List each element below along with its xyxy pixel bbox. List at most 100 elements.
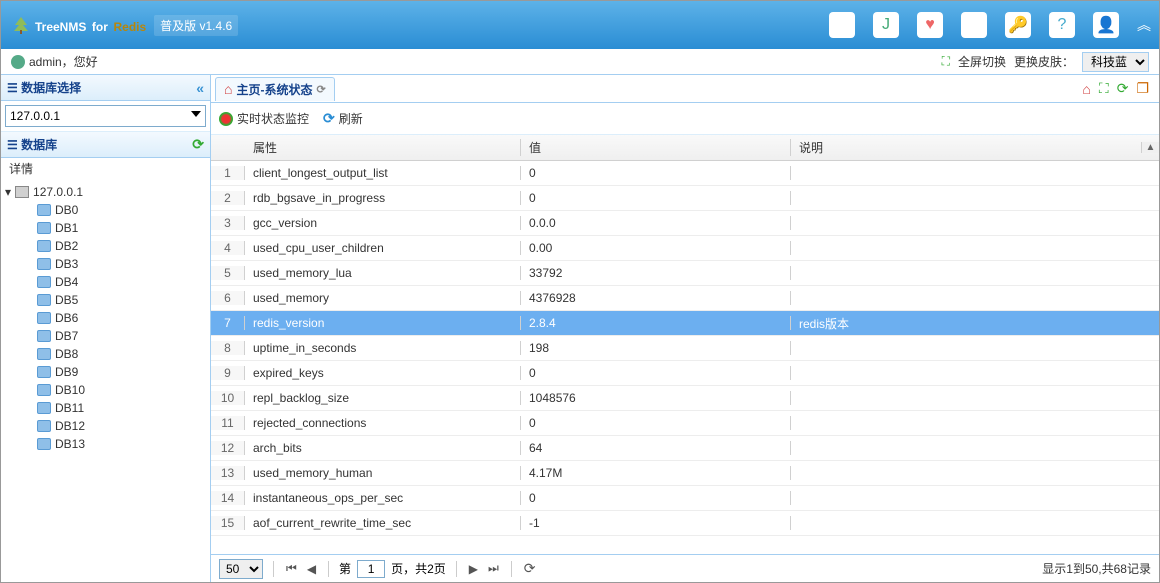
- table-row[interactable]: 8uptime_in_seconds198: [211, 336, 1159, 361]
- last-page-button[interactable]: ⏭: [486, 561, 501, 576]
- table-row[interactable]: 13used_memory_human4.17M: [211, 461, 1159, 486]
- first-page-button[interactable]: ⏮: [284, 561, 299, 576]
- tree-db-item[interactable]: DB5: [1, 291, 210, 309]
- subheader: admin，您好 ⛶ 全屏切换 更换皮肤： 科技蓝: [1, 49, 1159, 75]
- refresh-button[interactable]: ⟳ 刷新: [323, 110, 363, 127]
- table-row[interactable]: 6used_memory4376928: [211, 286, 1159, 311]
- db-select-label: 数据库选择: [21, 81, 81, 95]
- collapse-header-icon[interactable]: ︽: [1137, 15, 1151, 35]
- tree-collapse-icon[interactable]: ▾: [5, 185, 11, 199]
- app-header: TreeNMS for Redis 普及版 v1.4.6 🗄 J ♥ 🛠 🔑 ?…: [1, 1, 1159, 49]
- grid-body[interactable]: 1client_longest_output_list02rdb_bgsave_…: [211, 161, 1159, 554]
- db-icon: [37, 330, 51, 342]
- table-row[interactable]: 9expired_keys0: [211, 361, 1159, 386]
- skin-select[interactable]: 科技蓝: [1082, 52, 1149, 72]
- row-attr: used_memory_lua: [245, 266, 521, 280]
- tree-db-item[interactable]: DB13: [1, 435, 210, 453]
- row-attr: used_memory: [245, 291, 521, 305]
- db-select-header: ☰ 数据库选择 «: [1, 75, 210, 101]
- tree-db-item[interactable]: DB3: [1, 255, 210, 273]
- row-attr: client_longest_output_list: [245, 166, 521, 180]
- table-row[interactable]: 1client_longest_output_list0: [211, 161, 1159, 186]
- page-size-select[interactable]: 50: [219, 559, 263, 579]
- row-num: 5: [211, 266, 245, 280]
- monitor-icon: [219, 112, 233, 126]
- db-icon[interactable]: 🗄: [829, 12, 855, 38]
- db-icon: [37, 222, 51, 234]
- row-num: 1: [211, 166, 245, 180]
- db-icon: [37, 258, 51, 270]
- brand-a: TreeNMS: [35, 20, 86, 34]
- tree-db-item[interactable]: DB12: [1, 417, 210, 435]
- table-row[interactable]: 4used_cpu_user_children0.00: [211, 236, 1159, 261]
- row-val: 0: [521, 166, 791, 180]
- db-panel-icon: ☰: [7, 138, 21, 152]
- col-attr-header[interactable]: 属性: [245, 139, 521, 156]
- tree-db-item[interactable]: DB10: [1, 381, 210, 399]
- pager: 50 ⏮ ◀ 第 页，共2页 ▶ ⏭ ⟳ 显示1到50,共68记录: [211, 554, 1159, 582]
- row-attr: expired_keys: [245, 366, 521, 380]
- table-row[interactable]: 5used_memory_lua33792: [211, 261, 1159, 286]
- tab-home-button[interactable]: ⌂: [1082, 81, 1090, 97]
- tabbar: ⌂ 主页-系统状态 ⟳ ⌂ ⛶ ⟳ ❐: [211, 75, 1159, 103]
- row-val: 2.8.4: [521, 316, 791, 330]
- tree-db-item[interactable]: DB0: [1, 201, 210, 219]
- table-row[interactable]: 11rejected_connections0: [211, 411, 1159, 436]
- db-label: DB1: [55, 221, 78, 235]
- col-val-header[interactable]: 值: [521, 139, 791, 156]
- tree-db-item[interactable]: DB4: [1, 273, 210, 291]
- heart-icon[interactable]: ♥: [917, 12, 943, 38]
- table-row[interactable]: 15aof_current_rewrite_time_sec-1: [211, 511, 1159, 536]
- table-row[interactable]: 3gcc_version0.0.0: [211, 211, 1159, 236]
- monitor-button[interactable]: 实时状态监控: [219, 110, 309, 127]
- table-row[interactable]: 12arch_bits64: [211, 436, 1159, 461]
- row-attr: redis_version: [245, 316, 521, 330]
- row-val: 0: [521, 491, 791, 505]
- host-input[interactable]: [5, 105, 206, 127]
- user-icon[interactable]: 👤: [1093, 12, 1119, 38]
- refresh-db-icon[interactable]: ⟳: [192, 136, 204, 153]
- db-label: DB2: [55, 239, 78, 253]
- db-icon: [37, 240, 51, 252]
- page-input[interactable]: [357, 560, 385, 578]
- help-icon[interactable]: ?: [1049, 12, 1075, 38]
- j-icon[interactable]: J: [873, 12, 899, 38]
- tools-icon[interactable]: 🛠: [961, 12, 987, 38]
- row-attr: rdb_bgsave_in_progress: [245, 191, 521, 205]
- tab-refresh-icon[interactable]: ⟳: [316, 83, 325, 96]
- db-icon: [37, 312, 51, 324]
- db-label: DB7: [55, 329, 78, 343]
- key-icon[interactable]: 🔑: [1005, 12, 1031, 38]
- fullscreen-icon[interactable]: ⛶: [942, 54, 950, 69]
- pager-summary: 显示1到50,共68记录: [1042, 560, 1151, 577]
- tree-db-item[interactable]: DB9: [1, 363, 210, 381]
- tree-root[interactable]: ▾ 127.0.0.1: [1, 183, 210, 201]
- col-desc-header[interactable]: 说明: [791, 139, 1141, 156]
- table-row[interactable]: 10repl_backlog_size1048576: [211, 386, 1159, 411]
- tree-db-item[interactable]: DB6: [1, 309, 210, 327]
- detail-label: 详情: [1, 158, 210, 179]
- home-icon: ⌂: [224, 81, 232, 97]
- table-row[interactable]: 2rdb_bgsave_in_progress0: [211, 186, 1159, 211]
- tree-db-item[interactable]: DB2: [1, 237, 210, 255]
- tree-db-item[interactable]: DB11: [1, 399, 210, 417]
- tree-db-item[interactable]: DB1: [1, 219, 210, 237]
- row-val: 33792: [521, 266, 791, 280]
- fullscreen-toggle[interactable]: 全屏切换: [958, 53, 1006, 70]
- tree-logo-icon: [11, 15, 31, 35]
- db-icon: [37, 204, 51, 216]
- tab-reload-icon[interactable]: ⟳: [1117, 80, 1129, 97]
- brand-b: for: [92, 20, 108, 34]
- collapse-sidebar-icon[interactable]: «: [196, 80, 204, 96]
- tree-db-item[interactable]: DB7: [1, 327, 210, 345]
- table-row[interactable]: 7redis_version2.8.4redis版本: [211, 311, 1159, 336]
- next-page-button[interactable]: ▶: [467, 562, 480, 576]
- pager-refresh-button[interactable]: ⟳: [522, 560, 538, 577]
- tree-db-item[interactable]: DB8: [1, 345, 210, 363]
- tab-expand-icon[interactable]: ⛶: [1099, 80, 1109, 97]
- prev-page-button[interactable]: ◀: [305, 562, 318, 576]
- scroll-up-icon[interactable]: ▲: [1141, 142, 1159, 153]
- table-row[interactable]: 14instantaneous_ops_per_sec0: [211, 486, 1159, 511]
- tab-popup-icon[interactable]: ❐: [1136, 80, 1149, 97]
- tab-home[interactable]: ⌂ 主页-系统状态 ⟳: [215, 77, 335, 101]
